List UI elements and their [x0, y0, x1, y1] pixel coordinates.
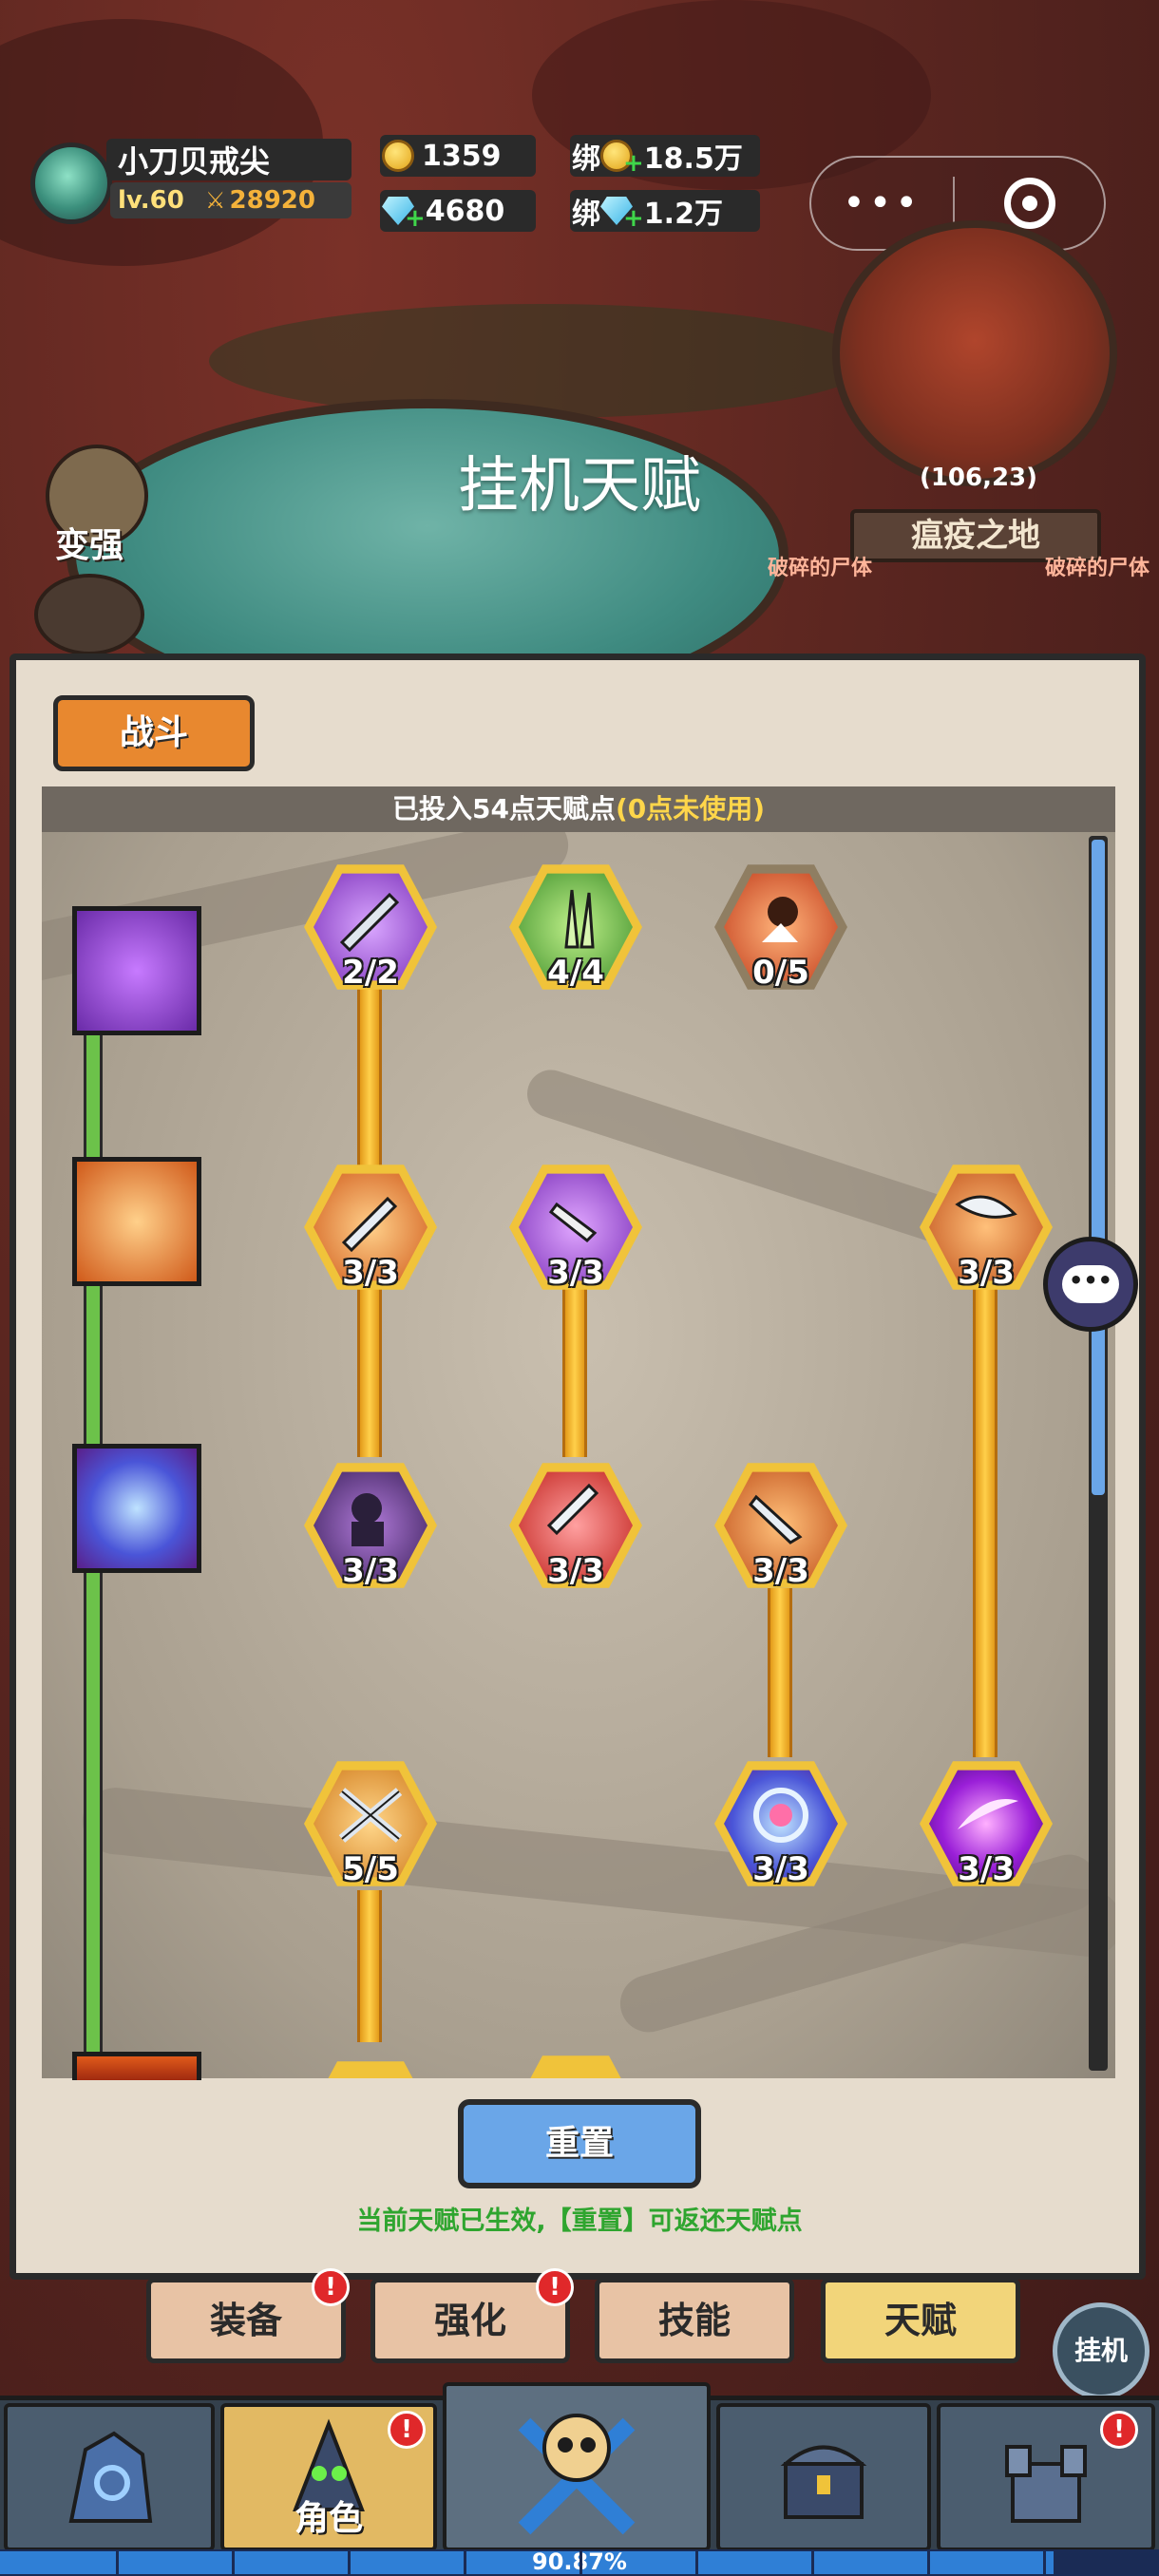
row-partial-icon [72, 2052, 201, 2080]
talent-node[interactable]: 3/3 [920, 1161, 1053, 1294]
rock-portal-icon [57, 2426, 162, 2530]
green-blades-icon [538, 885, 614, 952]
nav-battle[interactable] [443, 2382, 711, 2551]
scrollbar-thumb[interactable] [1092, 840, 1105, 1495]
progress-segment [695, 2551, 698, 2574]
reset-button[interactable]: 重置 [458, 2099, 701, 2188]
fire-axe-icon [948, 1185, 1024, 1252]
enemy-name-left: 破碎的尸体 [768, 557, 873, 580]
progress-segment [811, 2551, 814, 2574]
equipment-alert-badge: ! [312, 2268, 350, 2306]
tab-skills[interactable]: 技能 [595, 2278, 794, 2363]
gold-coin-icon [382, 140, 414, 172]
tab-talent[interactable]: 天赋 [821, 2278, 1020, 2363]
progress-segment [464, 2551, 466, 2574]
fire-blade-icon [743, 1484, 819, 1550]
nav-chest[interactable] [716, 2403, 931, 2551]
row-sword-icon [72, 906, 201, 1035]
character-alert-badge: ! [388, 2411, 426, 2449]
crossed-swords-icon [332, 1782, 408, 1848]
progress-segment [232, 2551, 235, 2574]
nav-portal[interactable] [4, 2403, 215, 2551]
red-dagger-icon [538, 1483, 614, 1550]
bound-gold-box: 绑 + 18.5万 [570, 135, 760, 178]
add-bound-gold-icon[interactable]: + [623, 149, 644, 178]
talent-node[interactable]: 3/3 [920, 1757, 1053, 1890]
talent-node[interactable]: 3/3 [714, 1757, 847, 1890]
ninja-icon [332, 1484, 408, 1550]
gold-value: 1359 [422, 139, 502, 173]
talent-node[interactable]: 3/3 [509, 1459, 642, 1592]
castle-icon [994, 2426, 1098, 2530]
chat-button[interactable]: ••• [1043, 1237, 1138, 1332]
connector [357, 1288, 382, 1457]
close-target-icon [1003, 178, 1055, 229]
talent-node[interactable]: 2/2 [304, 861, 437, 994]
talent-node[interactable]: 3/3 [714, 1459, 847, 1592]
talent-node-partial[interactable] [509, 2052, 642, 2078]
talent-node[interactable]: 5/5 [304, 1757, 437, 1890]
bound-gold-label: 绑 [572, 142, 600, 176]
level-label: lv.60 [118, 186, 184, 215]
bound-diamond-label: 绑 [572, 198, 600, 231]
progress-segment [927, 2551, 930, 2574]
enhance-alert-badge: ! [536, 2268, 574, 2306]
player-name: 小刀贝戒尖 [106, 139, 352, 180]
chat-icon: ••• [1062, 1265, 1119, 1303]
tab-combat[interactable]: 战斗 [53, 695, 255, 771]
purple-dagger-icon [538, 1185, 614, 1252]
idle-button[interactable]: 挂机 [1053, 2302, 1150, 2399]
level-power-box: lv.60 ⚔ 28920 [110, 182, 352, 218]
connector [768, 1588, 792, 1757]
talent-node[interactable]: 4/4 [509, 861, 642, 994]
diamond-value: 4680 [425, 194, 505, 228]
talent-node[interactable]: 3/3 [509, 1161, 642, 1294]
castle-alert-badge: ! [1100, 2411, 1138, 2449]
player-avatar[interactable] [30, 142, 112, 224]
connector [357, 988, 382, 1174]
points-summary: 已投入54点天赋点(0点未使用) [42, 786, 1115, 832]
bound-diamond-box: 绑 + 1.2万 [570, 190, 760, 233]
progress-segment [1043, 2551, 1046, 2574]
fire-sword-icon [332, 1185, 408, 1253]
fire-fist-icon [743, 885, 819, 952]
blue-vortex-icon [743, 1782, 819, 1848]
progress-segment [116, 2551, 119, 2574]
gold-box: 1359 [380, 135, 536, 177]
nav-character-label: 角色 [294, 2499, 363, 2538]
progress-segment [348, 2551, 351, 2574]
connector [973, 1288, 998, 1757]
progress-segment [580, 2551, 582, 2574]
power-value: 28920 [229, 186, 315, 215]
treasure-chest-icon [771, 2426, 876, 2530]
points-unused: (0点未使用) [615, 793, 766, 824]
talent-node[interactable]: 0/5 [714, 861, 847, 994]
enemy-name-right: 破碎的尸体 [1045, 557, 1150, 580]
talent-node-partial[interactable] [304, 2057, 437, 2078]
row-blade-icon [72, 1157, 201, 1286]
purple-sword-icon [332, 885, 408, 953]
connector [357, 1890, 382, 2042]
page-title: 挂机天赋 [458, 451, 701, 521]
side-round-button[interactable] [34, 574, 144, 655]
points-invested: 已投入54点天赋点 [391, 793, 616, 824]
strengthen-label[interactable]: 变强 [55, 518, 124, 567]
power-icon: ⚔ [205, 187, 226, 214]
more-button[interactable]: ••• [811, 181, 953, 225]
reset-hint: 当前天赋已生效,【重置】可返还天赋点 [356, 2207, 803, 2236]
bound-diamond-value: 1.2万 [643, 198, 723, 231]
row-vortex-icon [72, 1444, 201, 1573]
bound-gold-value: 18.5万 [643, 142, 743, 176]
talent-node[interactable]: 3/3 [304, 1459, 437, 1592]
purple-slash-icon [948, 1782, 1024, 1848]
talent-node[interactable]: 3/3 [304, 1161, 437, 1294]
connector [562, 1288, 587, 1457]
diamond-box: + 4680 [380, 190, 536, 233]
skull-crossed-swords-icon [505, 2396, 648, 2538]
